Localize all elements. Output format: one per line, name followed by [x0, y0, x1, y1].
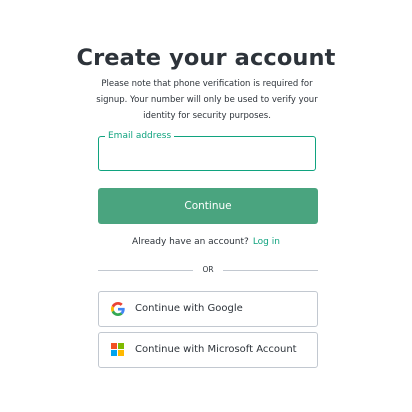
google-button-label: Continue with Google: [135, 303, 243, 314]
divider-line-right: [223, 270, 318, 271]
microsoft-button-label: Continue with Microsoft Account: [135, 344, 297, 355]
email-input[interactable]: [99, 137, 315, 170]
or-divider: OR: [98, 262, 318, 278]
login-prompt-line: Already have an account? Log in: [0, 235, 412, 249]
microsoft-icon: [111, 343, 124, 356]
continue-with-google-button[interactable]: Continue with Google: [98, 291, 318, 327]
signup-page: Create your account Please note that pho…: [0, 0, 412, 412]
login-link[interactable]: Log in: [253, 237, 280, 247]
continue-button[interactable]: Continue: [98, 188, 318, 224]
ms-square-blue: [111, 350, 117, 356]
ms-square-green: [118, 343, 124, 349]
email-field-container[interactable]: Email address: [98, 130, 316, 171]
login-prompt-text: Already have an account?: [132, 237, 249, 247]
ms-square-red: [111, 343, 117, 349]
verification-note: Please note that phone verification is r…: [96, 79, 318, 121]
page-title: Create your account: [76, 45, 336, 71]
google-icon: [111, 302, 125, 316]
ms-square-yellow: [118, 350, 124, 356]
continue-with-microsoft-button[interactable]: Continue with Microsoft Account: [98, 332, 318, 368]
